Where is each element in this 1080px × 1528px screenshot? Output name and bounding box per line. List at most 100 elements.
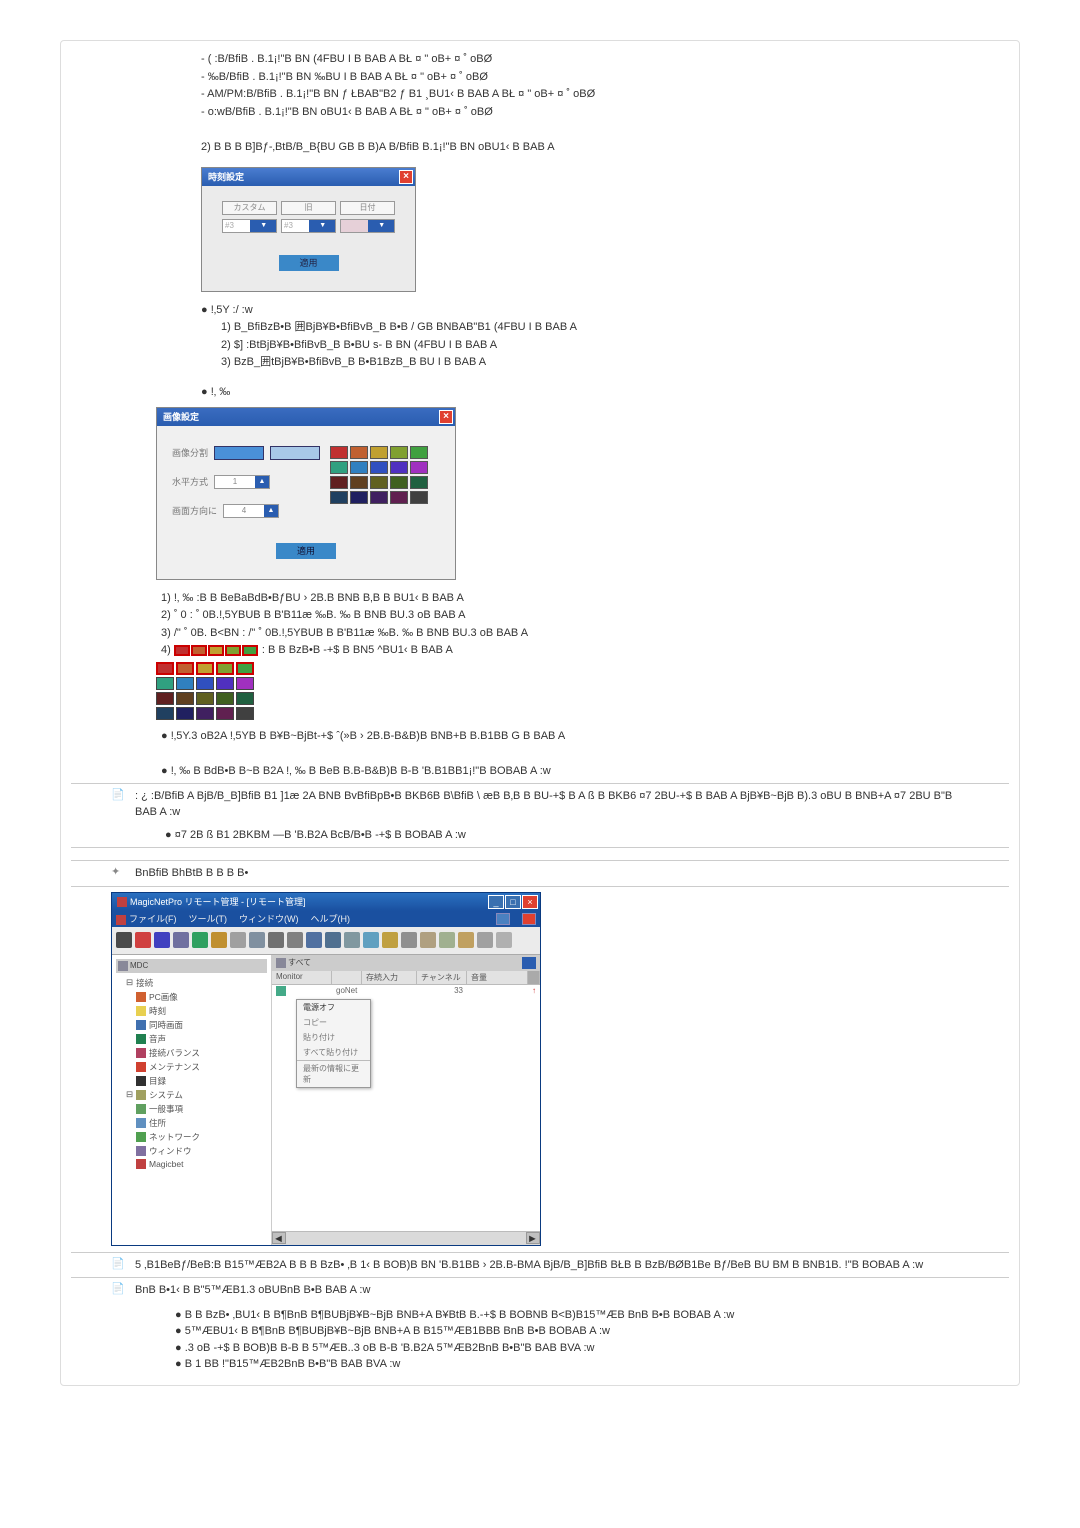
dropdown-icon[interactable] [522, 957, 536, 969]
tree-item[interactable]: 目録 [116, 1074, 267, 1088]
color-swatch[interactable] [370, 446, 388, 459]
text-line: - ‰B/BfiB . B.1¡!"B BN ‰BU I B BAB A BŁ … [201, 69, 1009, 87]
tree-item[interactable]: 住所 [116, 1116, 267, 1130]
dropdown-3[interactable]: ▼ [340, 219, 395, 233]
dialog-titlebar: 時刻設定 × [202, 168, 415, 186]
scrollbar[interactable]: ◄► [272, 1231, 540, 1245]
color-swatch[interactable] [390, 461, 408, 474]
toolbar-icon[interactable] [439, 932, 455, 948]
list-item[interactable]: goNet 33 ↑ [272, 985, 540, 999]
context-menu-item[interactable]: 電源オフ [297, 1000, 370, 1015]
color-swatch[interactable] [390, 491, 408, 504]
color-swatch[interactable] [390, 476, 408, 489]
tab-date[interactable]: 日付 [340, 201, 395, 215]
color-swatch[interactable] [330, 446, 348, 459]
tab-old[interactable]: 旧 [281, 201, 336, 215]
toolbar-icon[interactable] [496, 932, 512, 948]
tree-item[interactable]: 接続バランス [116, 1046, 267, 1060]
option-button[interactable] [270, 446, 320, 460]
tree-item[interactable]: PC画像 [116, 990, 267, 1004]
toolbar-icon[interactable] [287, 932, 303, 948]
color-swatch[interactable] [350, 446, 368, 459]
toolbar-icon[interactable] [173, 932, 189, 948]
tab-all[interactable]: すべて [276, 957, 311, 968]
close-icon[interactable]: × [439, 410, 453, 424]
color-swatch-grid[interactable] [330, 446, 428, 504]
option-button[interactable] [214, 446, 264, 460]
toolbar-icon[interactable] [249, 932, 265, 948]
tree-item[interactable]: ネットワーク [116, 1130, 267, 1144]
close-icon[interactable]: × [399, 170, 413, 184]
color-swatch[interactable] [410, 446, 428, 459]
tree-item[interactable]: 音声 [116, 1032, 267, 1046]
toolbar-icon[interactable] [325, 932, 341, 948]
context-menu-item[interactable]: すべて貼り付け [297, 1045, 370, 1060]
color-swatch[interactable] [330, 476, 348, 489]
menu-tools[interactable]: ツール(T) [189, 912, 228, 925]
color-swatch [236, 707, 254, 720]
color-swatch[interactable] [410, 461, 428, 474]
text-line: - o:wB/BfiB . B.1¡!"B BN oBU1‹ B BAB A B… [201, 104, 1009, 122]
toolbar-icon[interactable] [211, 932, 227, 948]
context-menu[interactable]: 電源オフコピー貼り付けすべて貼り付け最新の情報に更新 [296, 999, 371, 1088]
tree-item[interactable]: メンテナンス [116, 1060, 267, 1074]
number-stepper[interactable]: 4▲ [223, 504, 279, 518]
toolbar-icon[interactable] [458, 932, 474, 948]
toolbar-icon[interactable] [116, 932, 132, 948]
tree-root[interactable]: ⊟接続 [116, 976, 267, 990]
tab-custom[interactable]: カスタム [222, 201, 277, 215]
toolbar-icon[interactable] [344, 932, 360, 948]
toolbar-icon[interactable] [154, 932, 170, 948]
context-menu-item[interactable]: 貼り付け [297, 1030, 370, 1045]
tree-item[interactable]: 一般事項 [116, 1102, 267, 1116]
tree-item[interactable]: 同時画面 [116, 1018, 267, 1032]
color-swatch[interactable] [370, 491, 388, 504]
color-swatch [176, 662, 194, 675]
dropdown-2[interactable]: #3▼ [281, 219, 336, 233]
toolbar-icon[interactable] [192, 932, 208, 948]
toolbar-icon[interactable] [363, 932, 379, 948]
toolbar-icon[interactable] [306, 932, 322, 948]
color-swatch[interactable] [370, 476, 388, 489]
color-swatch[interactable] [350, 491, 368, 504]
page-icon: 📄 [111, 1257, 125, 1274]
color-swatch[interactable] [410, 476, 428, 489]
window-title: MagicNetPro リモート管理 - [リモート管理] [114, 895, 306, 908]
color-swatch[interactable] [350, 476, 368, 489]
context-menu-item[interactable]: 最新の情報に更新 [297, 1061, 370, 1087]
toolbar-icon[interactable] [382, 932, 398, 948]
dropdown-1[interactable]: #3▼ [222, 219, 277, 233]
text-line: ● 5™ÆBU1‹ B B¶BnB B¶BUBjB¥B~BjB BNB+A B … [175, 1323, 959, 1340]
color-swatch[interactable] [350, 461, 368, 474]
menu-window[interactable]: ウィンドウ(W) [239, 912, 299, 925]
menu-file[interactable]: ファイル(F) [116, 912, 177, 925]
toolbar-icon[interactable] [401, 932, 417, 948]
toolbar-icon[interactable] [420, 932, 436, 948]
page-icon: 📄 [111, 1282, 125, 1373]
apply-button[interactable]: 適用 [279, 255, 339, 271]
apply-button[interactable]: 適用 [276, 543, 336, 559]
tree-system[interactable]: ⊟システム [116, 1088, 267, 1102]
toolbar-icon[interactable] [230, 932, 246, 948]
color-swatch[interactable] [390, 446, 408, 459]
tree-pane: MDC ⊟接続 PC画像時刻同時画面音声接続バランスメンテナンス目録 ⊟システム… [112, 955, 272, 1245]
color-swatch[interactable] [410, 491, 428, 504]
table-row: ✦ BnBfiB BhBtB B B B B• [71, 863, 1009, 884]
minimize-icon[interactable]: _ [488, 895, 504, 909]
toolbar-icon[interactable] [135, 932, 151, 948]
menu-close-icon[interactable] [522, 913, 536, 925]
color-swatch[interactable] [370, 461, 388, 474]
toolbar-icon[interactable] [268, 932, 284, 948]
menu-end-icon[interactable] [496, 913, 510, 925]
toolbar-icon[interactable] [477, 932, 493, 948]
tree-item[interactable]: ウィンドウ [116, 1144, 267, 1158]
menu-help[interactable]: ヘルプ(H) [311, 912, 351, 925]
context-menu-item[interactable]: コピー [297, 1015, 370, 1030]
color-swatch[interactable] [330, 491, 348, 504]
color-swatch[interactable] [330, 461, 348, 474]
maximize-icon[interactable]: □ [505, 895, 521, 909]
tree-item[interactable]: Magicbet [116, 1158, 267, 1170]
close-icon[interactable]: × [522, 895, 538, 909]
number-stepper[interactable]: 1▲ [214, 475, 270, 489]
tree-item[interactable]: 時刻 [116, 1004, 267, 1018]
